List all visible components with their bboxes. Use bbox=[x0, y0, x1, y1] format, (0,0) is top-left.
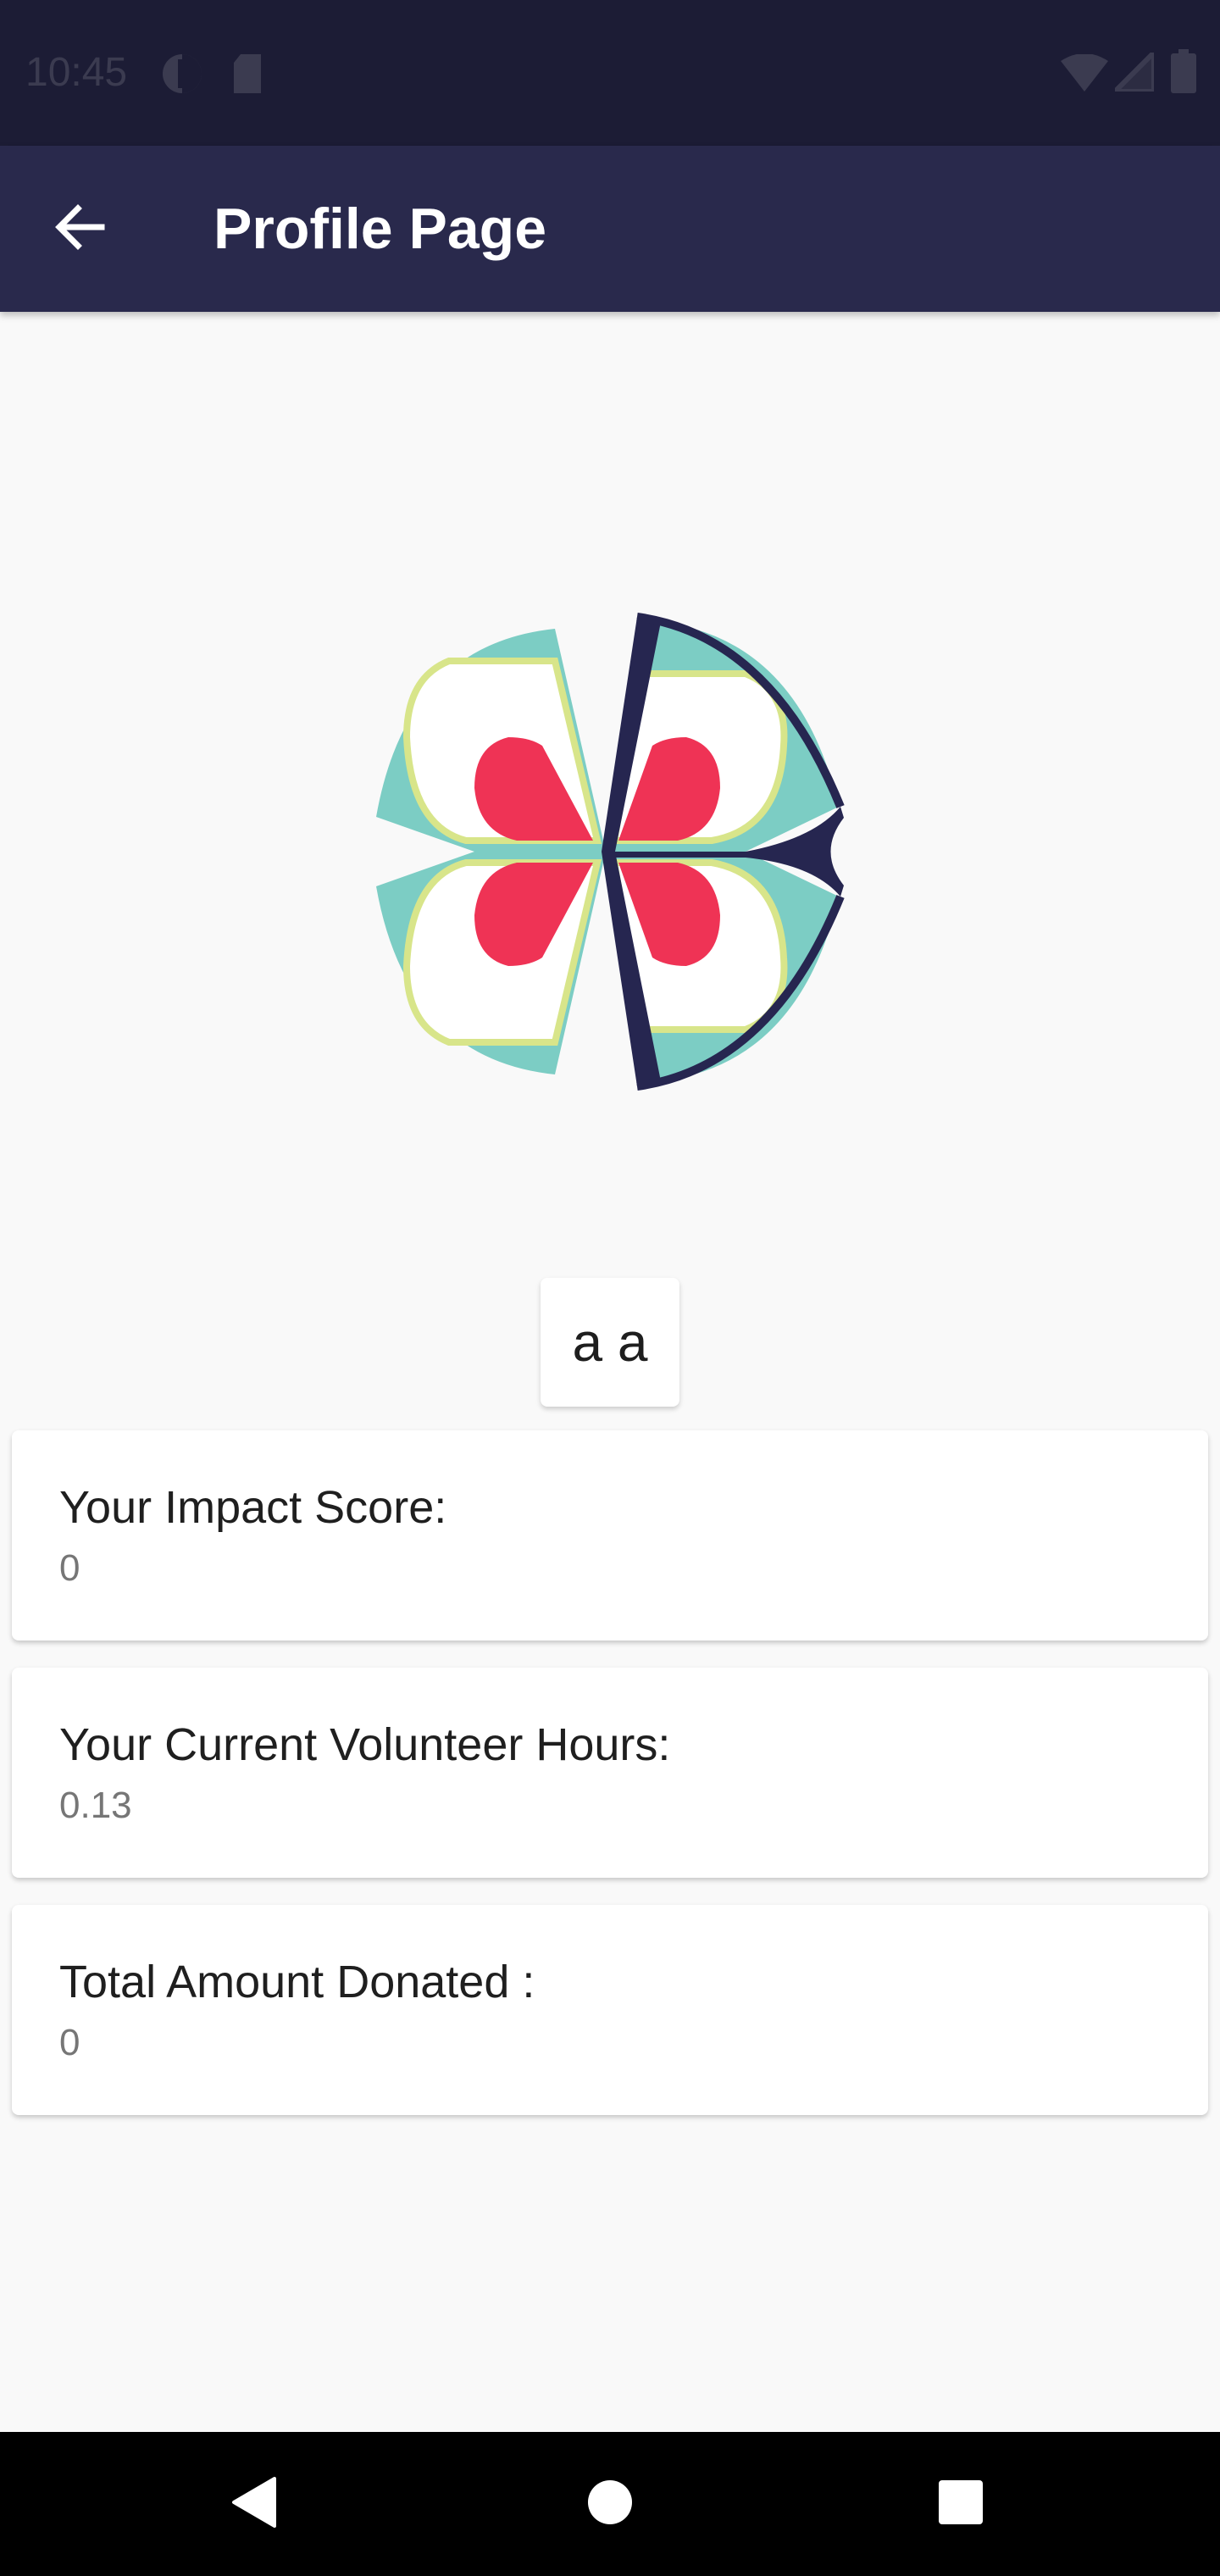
impact-score-card: Your Impact Score: 0 bbox=[12, 1430, 1208, 1641]
arrow-back-icon bbox=[54, 202, 105, 257]
app-bar: Profile Page bbox=[0, 146, 1220, 312]
user-name-chip: a a bbox=[541, 1278, 679, 1407]
system-nav-bar bbox=[0, 2432, 1220, 2576]
home-circle-icon bbox=[587, 2479, 633, 2529]
data-saver-icon bbox=[161, 53, 203, 99]
back-button[interactable] bbox=[36, 185, 124, 273]
sd-card-icon bbox=[230, 53, 264, 99]
impact-score-label: Your Impact Score: bbox=[59, 1482, 447, 1533]
back-triangle-icon bbox=[230, 2476, 278, 2532]
amount-donated-card: Total Amount Donated : 0 bbox=[12, 1905, 1208, 2115]
signal-icon bbox=[1108, 46, 1156, 96]
amount-donated-label: Total Amount Donated : bbox=[59, 1957, 535, 2007]
nav-recents-button[interactable] bbox=[910, 2453, 1012, 2555]
nav-home-button[interactable] bbox=[559, 2453, 661, 2555]
amount-donated-value: 0 bbox=[59, 2022, 80, 2063]
battery-icon bbox=[1171, 49, 1196, 97]
volunteer-hours-value: 0.13 bbox=[59, 1785, 132, 1826]
volunteer-hours-card: Your Current Volunteer Hours: 0.13 bbox=[12, 1668, 1208, 1878]
app-logo bbox=[373, 610, 847, 1093]
impact-score-value: 0 bbox=[59, 1547, 80, 1589]
status-time: 10:45 bbox=[25, 50, 128, 95]
page-title: Profile Page bbox=[214, 197, 547, 261]
nav-back-button[interactable] bbox=[203, 2453, 305, 2555]
volunteer-hours-label: Your Current Volunteer Hours: bbox=[59, 1719, 671, 1770]
wifi-icon bbox=[1061, 53, 1108, 96]
recents-square-icon bbox=[939, 2479, 983, 2529]
status-bar: 10:45 bbox=[0, 0, 1220, 146]
